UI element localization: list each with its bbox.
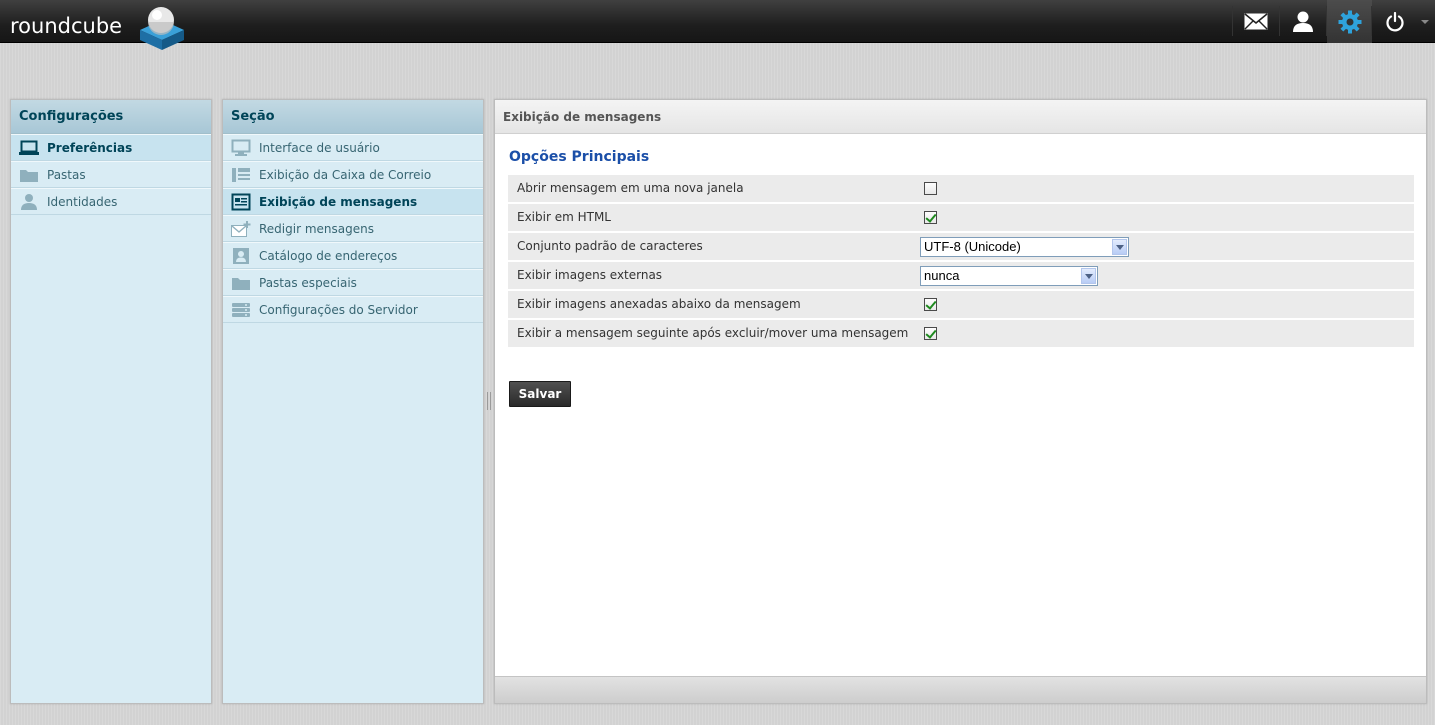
option-label: Abrir mensagem em uma nova janela bbox=[517, 181, 744, 195]
external-images-select[interactable]: nunca bbox=[920, 266, 1098, 286]
option-label: Exibir a mensagem seguinte após excluir/… bbox=[517, 326, 909, 340]
laptop-icon bbox=[19, 140, 39, 155]
inline-images-checkbox[interactable] bbox=[924, 298, 937, 311]
open-new-window-checkbox[interactable] bbox=[924, 182, 937, 195]
logo-cube-icon bbox=[140, 7, 184, 50]
top-bar: roundcube bbox=[0, 0, 1435, 50]
settings-icon bbox=[1338, 10, 1361, 33]
section-item-special-folders[interactable]: Pastas especiais bbox=[223, 269, 483, 296]
option-row: Exibir imagens externas nunca bbox=[508, 262, 1414, 289]
sections-panel-title: Seção bbox=[223, 100, 483, 134]
settings-item-label: Identidades bbox=[47, 195, 118, 209]
preferences-content: Exibição de mensagens Opções Principais … bbox=[494, 99, 1427, 704]
settings-item-identities[interactable]: Identidades bbox=[11, 188, 211, 215]
user-menu-dropdown[interactable] bbox=[1417, 0, 1433, 43]
user-icon bbox=[21, 194, 37, 210]
nav-settings-button[interactable] bbox=[1327, 0, 1372, 43]
section-item-label: Redigir mensagens bbox=[259, 222, 374, 236]
settings-item-preferences[interactable]: Preferências bbox=[11, 134, 211, 161]
show-html-checkbox[interactable] bbox=[924, 211, 937, 224]
section-title: Opções Principais bbox=[509, 149, 650, 165]
folder-icon bbox=[232, 278, 250, 290]
section-item-server-settings[interactable]: Configurações do Servidor bbox=[223, 296, 483, 323]
charset-select-value: UTF-8 (Unicode) bbox=[924, 239, 1021, 254]
chevron-down-icon bbox=[1421, 19, 1429, 24]
section-item-message-view[interactable]: Exibição de mensagens bbox=[223, 188, 483, 215]
panel-splitter-handle[interactable] bbox=[487, 392, 491, 410]
display-next-checkbox[interactable] bbox=[924, 327, 937, 340]
option-row: Conjunto padrão de caracteres UTF-8 (Uni… bbox=[508, 233, 1414, 260]
section-item-user-interface[interactable]: Interface de usuário bbox=[223, 134, 483, 161]
nav-contacts-button[interactable] bbox=[1280, 0, 1325, 43]
folder-icon bbox=[20, 170, 38, 182]
option-row: Exibir a mensagem seguinte após excluir/… bbox=[508, 320, 1414, 347]
roundcube-logo[interactable]: roundcube bbox=[10, 2, 190, 50]
option-label: Conjunto padrão de caracteres bbox=[517, 239, 703, 253]
sections-panel: Seção Interface de usuário Exibição da C… bbox=[222, 99, 484, 704]
section-item-label: Pastas especiais bbox=[259, 276, 357, 290]
options-table: Abrir mensagem em uma nova janela Exibir… bbox=[508, 175, 1414, 349]
section-item-label: Interface de usuário bbox=[259, 141, 380, 155]
settings-panel: Configurações Preferências Pastas Identi… bbox=[10, 99, 212, 704]
server-icon bbox=[232, 303, 250, 317]
chevron-down-icon bbox=[1081, 268, 1096, 284]
section-item-addressbook[interactable]: Catálogo de endereços bbox=[223, 242, 483, 269]
option-label: Exibir imagens externas bbox=[517, 268, 663, 282]
option-row: Exibir em HTML bbox=[508, 204, 1414, 231]
mail-icon bbox=[1243, 13, 1268, 30]
section-item-label: Configurações do Servidor bbox=[259, 303, 418, 317]
content-footer bbox=[495, 676, 1426, 703]
section-item-label: Exibição de mensagens bbox=[259, 195, 418, 209]
message-view-icon bbox=[231, 193, 251, 211]
mailbox-layout-icon bbox=[232, 168, 250, 182]
external-images-select-value: nunca bbox=[924, 268, 960, 283]
compose-icon bbox=[231, 221, 251, 237]
option-row: Exibir imagens anexadas abaixo da mensag… bbox=[508, 291, 1414, 318]
option-label: Exibir imagens anexadas abaixo da mensag… bbox=[517, 297, 801, 311]
logout-icon bbox=[1385, 11, 1404, 31]
save-button[interactable]: Salvar bbox=[509, 381, 571, 407]
charset-select[interactable]: UTF-8 (Unicode) bbox=[920, 237, 1129, 257]
logo-wordmark: roundcube bbox=[10, 14, 123, 38]
addressbook-icon bbox=[233, 248, 249, 264]
section-item-label: Catálogo de endereços bbox=[259, 249, 398, 263]
section-item-mailbox-view[interactable]: Exibição da Caixa de Correio bbox=[223, 161, 483, 188]
content-header-title: Exibição de mensagens bbox=[495, 100, 1426, 134]
section-item-compose[interactable]: Redigir mensagens bbox=[223, 215, 483, 242]
option-label: Exibir em HTML bbox=[517, 210, 611, 224]
chevron-down-icon bbox=[1112, 239, 1127, 255]
settings-item-folders[interactable]: Pastas bbox=[11, 161, 211, 188]
monitor-icon bbox=[231, 139, 251, 156]
settings-item-label: Preferências bbox=[47, 141, 133, 155]
settings-panel-title: Configurações bbox=[11, 100, 211, 134]
nav-mail-button[interactable] bbox=[1233, 0, 1278, 43]
option-row: Abrir mensagem em uma nova janela bbox=[508, 175, 1414, 202]
section-item-label: Exibição da Caixa de Correio bbox=[259, 168, 432, 182]
contacts-icon bbox=[1292, 11, 1313, 32]
nav-logout-button[interactable] bbox=[1372, 0, 1417, 43]
settings-item-label: Pastas bbox=[47, 168, 86, 182]
